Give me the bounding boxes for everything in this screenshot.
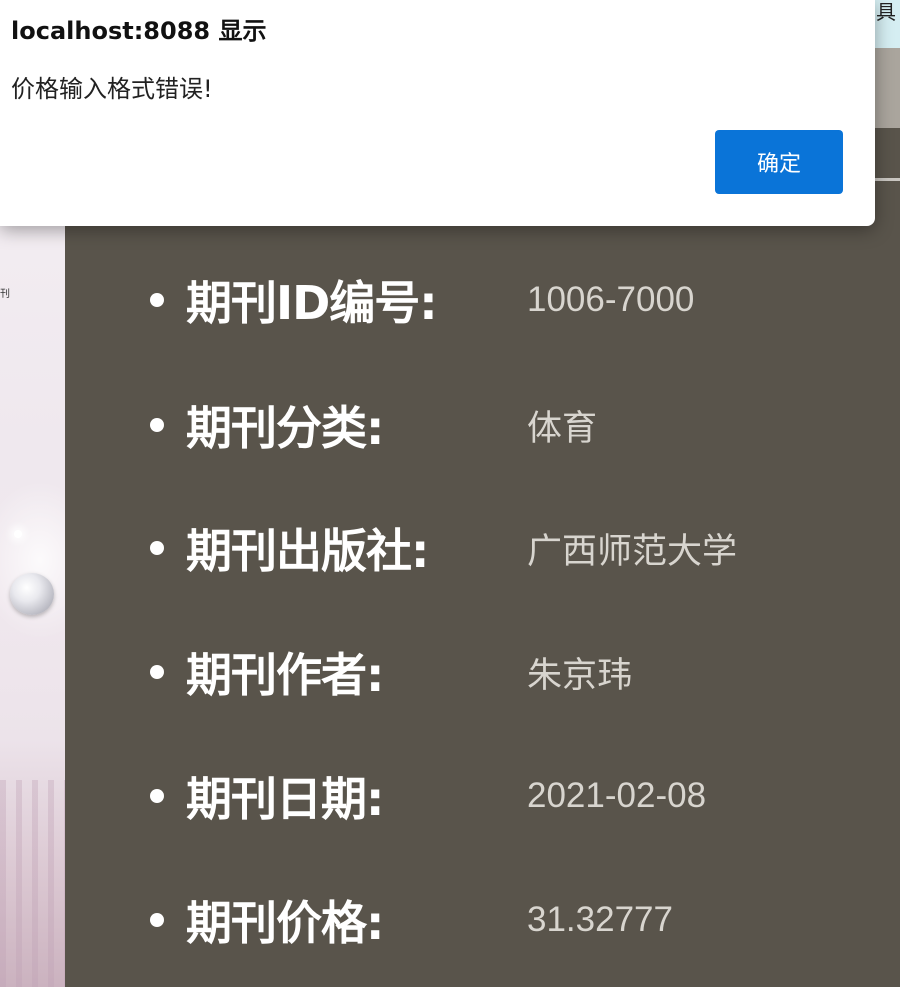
journal-price-label: 期刊价格:	[186, 896, 384, 950]
journal-price-value: 31.32777	[527, 900, 673, 939]
dialog-message: 价格输入格式错误!	[11, 75, 213, 103]
journal-category-label: 期刊分类:	[186, 401, 384, 455]
panel-sheen	[0, 480, 65, 640]
bullet-icon	[150, 789, 164, 803]
orb-decoration	[10, 573, 54, 615]
journal-publisher-value: 广西师范大学	[527, 531, 738, 571]
journal-date-label: 期刊日期:	[186, 772, 384, 826]
ok-button[interactable]: 确定	[715, 130, 843, 194]
bullet-icon	[150, 665, 164, 679]
panel-stripes	[0, 780, 65, 987]
journal-date-row: 期刊日期: 2021-02-08	[150, 766, 850, 826]
journal-publisher-row: 期刊出版社: 广西师范大学	[150, 518, 850, 578]
journal-price-row: 期刊价格: 31.32777	[150, 890, 850, 950]
bullet-icon	[150, 913, 164, 927]
bullet-icon	[150, 541, 164, 555]
journal-category-row: 期刊分类: 体育	[150, 395, 850, 455]
background-header-text: 具	[876, 0, 896, 24]
dialog-title: localhost:8088 显示	[11, 17, 267, 45]
sparkle-decoration	[14, 530, 22, 538]
journal-author-value: 朱京玮	[527, 655, 633, 695]
journal-category-value: 体育	[527, 408, 598, 448]
bullet-icon	[150, 418, 164, 432]
left-panel-text: 刊	[0, 289, 10, 300]
journal-id-value: 1006-7000	[527, 280, 695, 319]
journal-author-row: 期刊作者: 朱京玮	[150, 642, 850, 702]
journal-author-label: 期刊作者:	[186, 648, 384, 702]
alert-dialog: localhost:8088 显示 价格输入格式错误! 确定	[0, 0, 875, 226]
journal-id-label: 期刊ID编号:	[186, 276, 438, 330]
bullet-icon	[150, 293, 164, 307]
journal-date-value: 2021-02-08	[527, 776, 707, 815]
journal-id-row: 期刊ID编号: 1006-7000	[150, 270, 850, 330]
journal-publisher-label: 期刊出版社:	[186, 524, 429, 578]
